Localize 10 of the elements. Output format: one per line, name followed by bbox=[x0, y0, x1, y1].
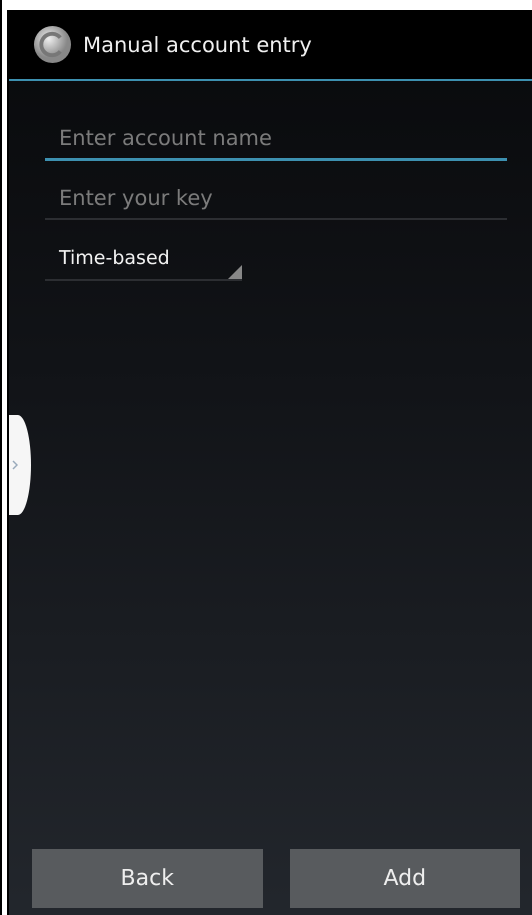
text-field[interactable]: Enter your key bbox=[45, 182, 507, 220]
dropdown-corner-icon bbox=[228, 265, 242, 279]
chevron-icon bbox=[12, 460, 18, 470]
text-field[interactable]: Enter account name bbox=[45, 122, 507, 161]
add-button[interactable]: Add bbox=[290, 849, 520, 908]
app-logo-icon bbox=[33, 25, 72, 64]
window-title: Manual account entry bbox=[83, 32, 312, 56]
back-button[interactable]: Back bbox=[32, 849, 262, 908]
side-handle[interactable] bbox=[9, 415, 31, 515]
mode-dropdown[interactable]: Time-based bbox=[45, 241, 242, 281]
